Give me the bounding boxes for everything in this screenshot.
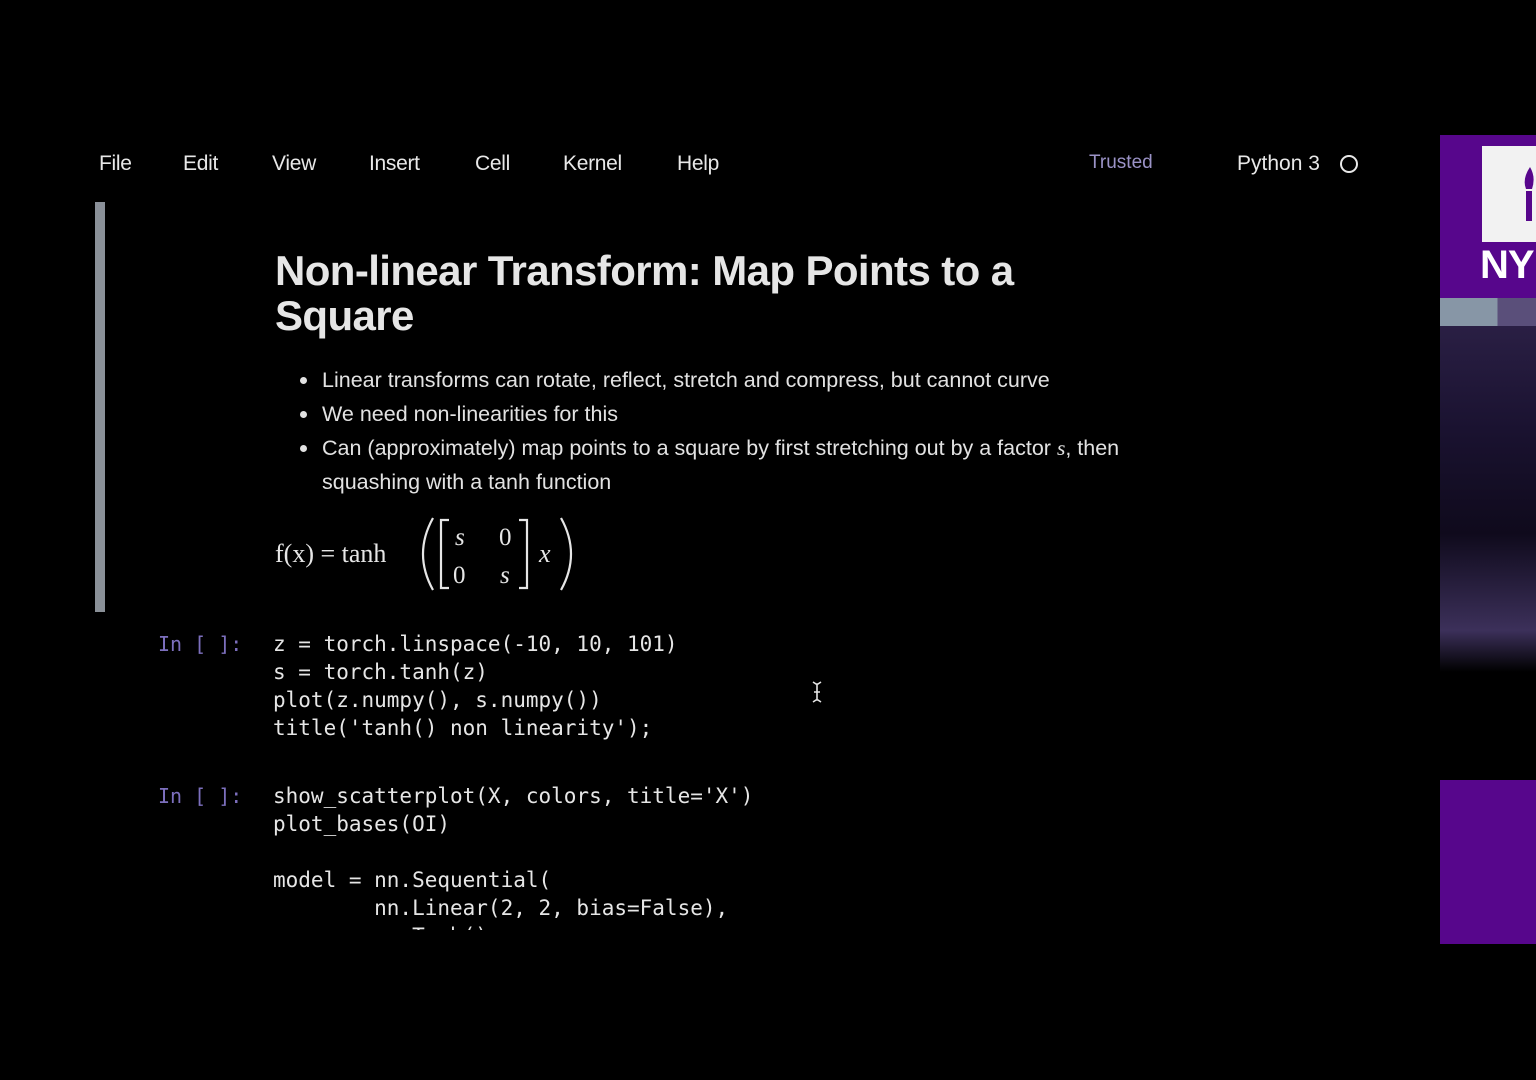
left-bracket-icon	[439, 518, 449, 590]
bullet-text: squashing with a tanh function	[322, 470, 612, 494]
menu-insert[interactable]: Insert	[369, 152, 420, 176]
tanh-formula: f(x) = tanh s 0 0 s x	[275, 517, 572, 591]
right-paren-icon	[560, 517, 572, 591]
trusted-indicator[interactable]: Trusted	[1089, 152, 1153, 174]
selected-cell-indicator	[95, 202, 105, 612]
bullet-text: , then	[1065, 436, 1120, 460]
menu-edit[interactable]: Edit	[183, 152, 218, 176]
matrix-m22: s	[500, 562, 510, 589]
notebook-menubar: File Edit View Insert Cell Kernel Help T…	[0, 146, 1440, 182]
text-cursor-icon	[812, 681, 822, 703]
bullet-text: Linear transforms can rotate, reflect, s…	[322, 368, 1050, 392]
code-cell-2-editor[interactable]: show_scatterplot(X, colors, title='X') p…	[273, 782, 753, 930]
bullet-icon	[300, 411, 307, 418]
kernel-idle-icon	[1340, 155, 1358, 173]
markdown-heading: Non-linear Transform: Map Points to a Sq…	[275, 248, 1175, 338]
bullet-list: Linear transforms can rotate, reflect, s…	[300, 363, 1242, 499]
bullet-icon	[300, 377, 307, 384]
formula-lhs: f(x) = tanh	[275, 539, 386, 568]
code-cell-2-prompt: In [ ]:	[158, 784, 243, 808]
heading-line-1: Non-linear Transform: Map Points to a	[275, 247, 1014, 294]
list-item: We need non-linearities for this	[300, 397, 1242, 431]
logo-text: NY	[1480, 243, 1535, 287]
torch-icon	[1524, 167, 1534, 221]
menu-view[interactable]: View	[272, 152, 316, 176]
side-banner	[1440, 780, 1536, 944]
kernel-name[interactable]: Python 3	[1237, 152, 1320, 176]
menu-help[interactable]: Help	[677, 152, 719, 176]
bullet-icon	[300, 445, 307, 452]
heading-line-2: Square	[275, 292, 414, 339]
formula-vector-x: x	[538, 539, 551, 568]
video-frame-strip	[1440, 298, 1536, 326]
menu-cell[interactable]: Cell	[475, 152, 510, 176]
nyu-logo: NY	[1440, 135, 1536, 298]
list-item: Can (approximately) map points to a squa…	[300, 431, 1242, 499]
list-item: Linear transforms can rotate, reflect, s…	[300, 363, 1242, 397]
matrix-m11: s	[455, 524, 465, 551]
menu-kernel[interactable]: Kernel	[563, 152, 622, 176]
matrix-m12: 0	[499, 524, 512, 551]
left-paren-icon	[422, 517, 434, 591]
code-cell-1-prompt: In [ ]:	[158, 632, 243, 656]
code-cell-1-editor[interactable]: z = torch.linspace(-10, 10, 101) s = tor…	[273, 630, 678, 742]
speaker-video	[1440, 326, 1536, 672]
bullet-text: We need non-linearities for this	[322, 402, 618, 426]
matrix-m21: 0	[453, 562, 466, 589]
bullet-text: Can (approximately) map points to a squa…	[322, 436, 1057, 460]
menu-file[interactable]: File	[99, 152, 132, 176]
right-bracket-icon	[519, 518, 529, 590]
